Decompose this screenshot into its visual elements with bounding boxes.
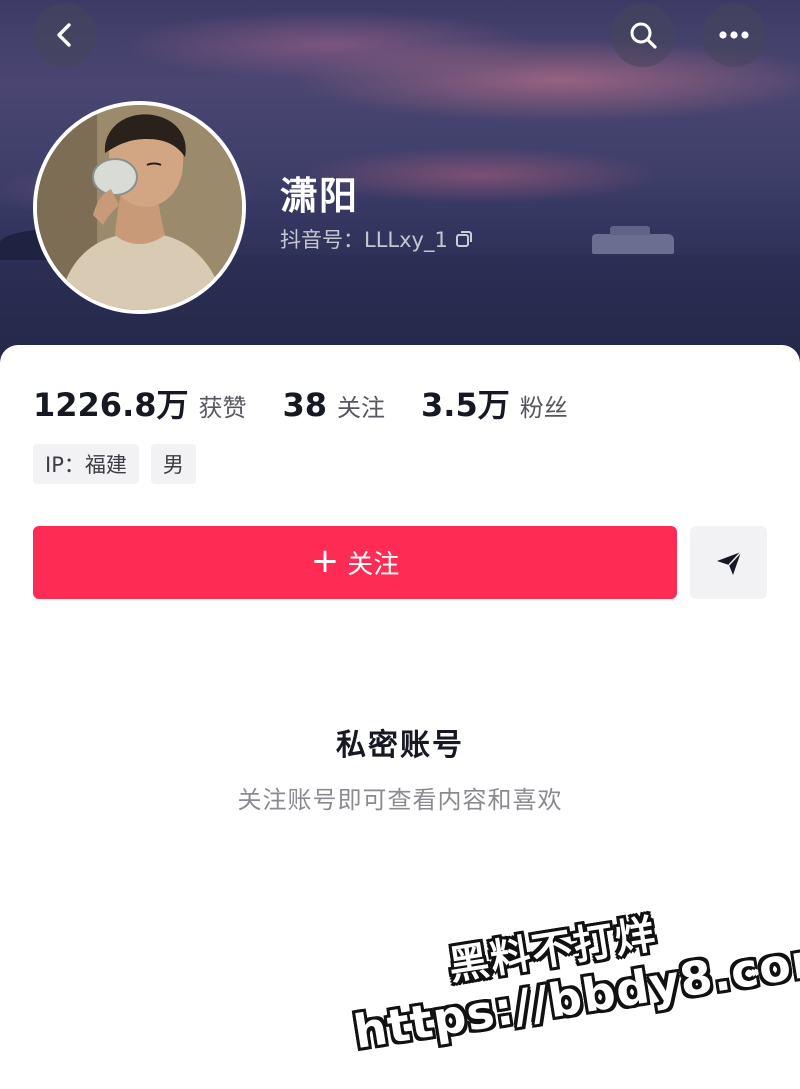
profile-tags: IP：福建 男 (33, 444, 196, 484)
search-icon (630, 22, 657, 49)
send-arrow-icon (716, 550, 742, 575)
stat-likes-label: 获赞 (198, 394, 247, 422)
search-button[interactable] (611, 3, 675, 67)
follow-button-label: 关注 (347, 550, 400, 580)
username: 潇阳 (280, 174, 359, 218)
stat-likes-value: 1226.8万 (33, 386, 189, 424)
more-options-button[interactable] (702, 3, 766, 67)
tag-ip-location: IP：福建 (33, 444, 139, 484)
tag-gender: 男 (150, 444, 196, 484)
stat-following[interactable]: 38 关注 (283, 386, 386, 424)
distant-ship (592, 226, 674, 254)
stat-following-label: 关注 (337, 394, 386, 422)
follow-button[interactable]: + 关注 (33, 526, 677, 599)
stat-followers[interactable]: 3.5万 粉丝 (421, 380, 568, 426)
back-button[interactable] (33, 3, 97, 67)
avatar[interactable] (33, 101, 246, 314)
private-account-description: 关注账号即可查看内容和喜欢 (237, 786, 563, 814)
douyin-id-text: 抖音号：LLLxy_1 (280, 228, 448, 252)
douyin-id[interactable]: 抖音号：LLLxy_1 (280, 224, 474, 254)
copy-icon[interactable] (454, 229, 474, 249)
plus-icon: + (310, 541, 340, 581)
stat-followers-label: 粉丝 (519, 394, 568, 422)
more-dots-icon (719, 31, 749, 39)
stat-following-value: 38 (282, 386, 328, 424)
share-button[interactable] (690, 526, 767, 599)
chevron-left-icon (57, 23, 71, 47)
private-account-title: 私密账号 (336, 728, 464, 763)
stat-likes[interactable]: 1226.8万 获赞 (33, 380, 247, 426)
avatar-illustration (37, 105, 242, 310)
stat-followers-value: 3.5万 (421, 386, 510, 424)
profile-stats: 1226.8万 获赞 38 关注 3.5万 粉丝 (33, 380, 568, 426)
